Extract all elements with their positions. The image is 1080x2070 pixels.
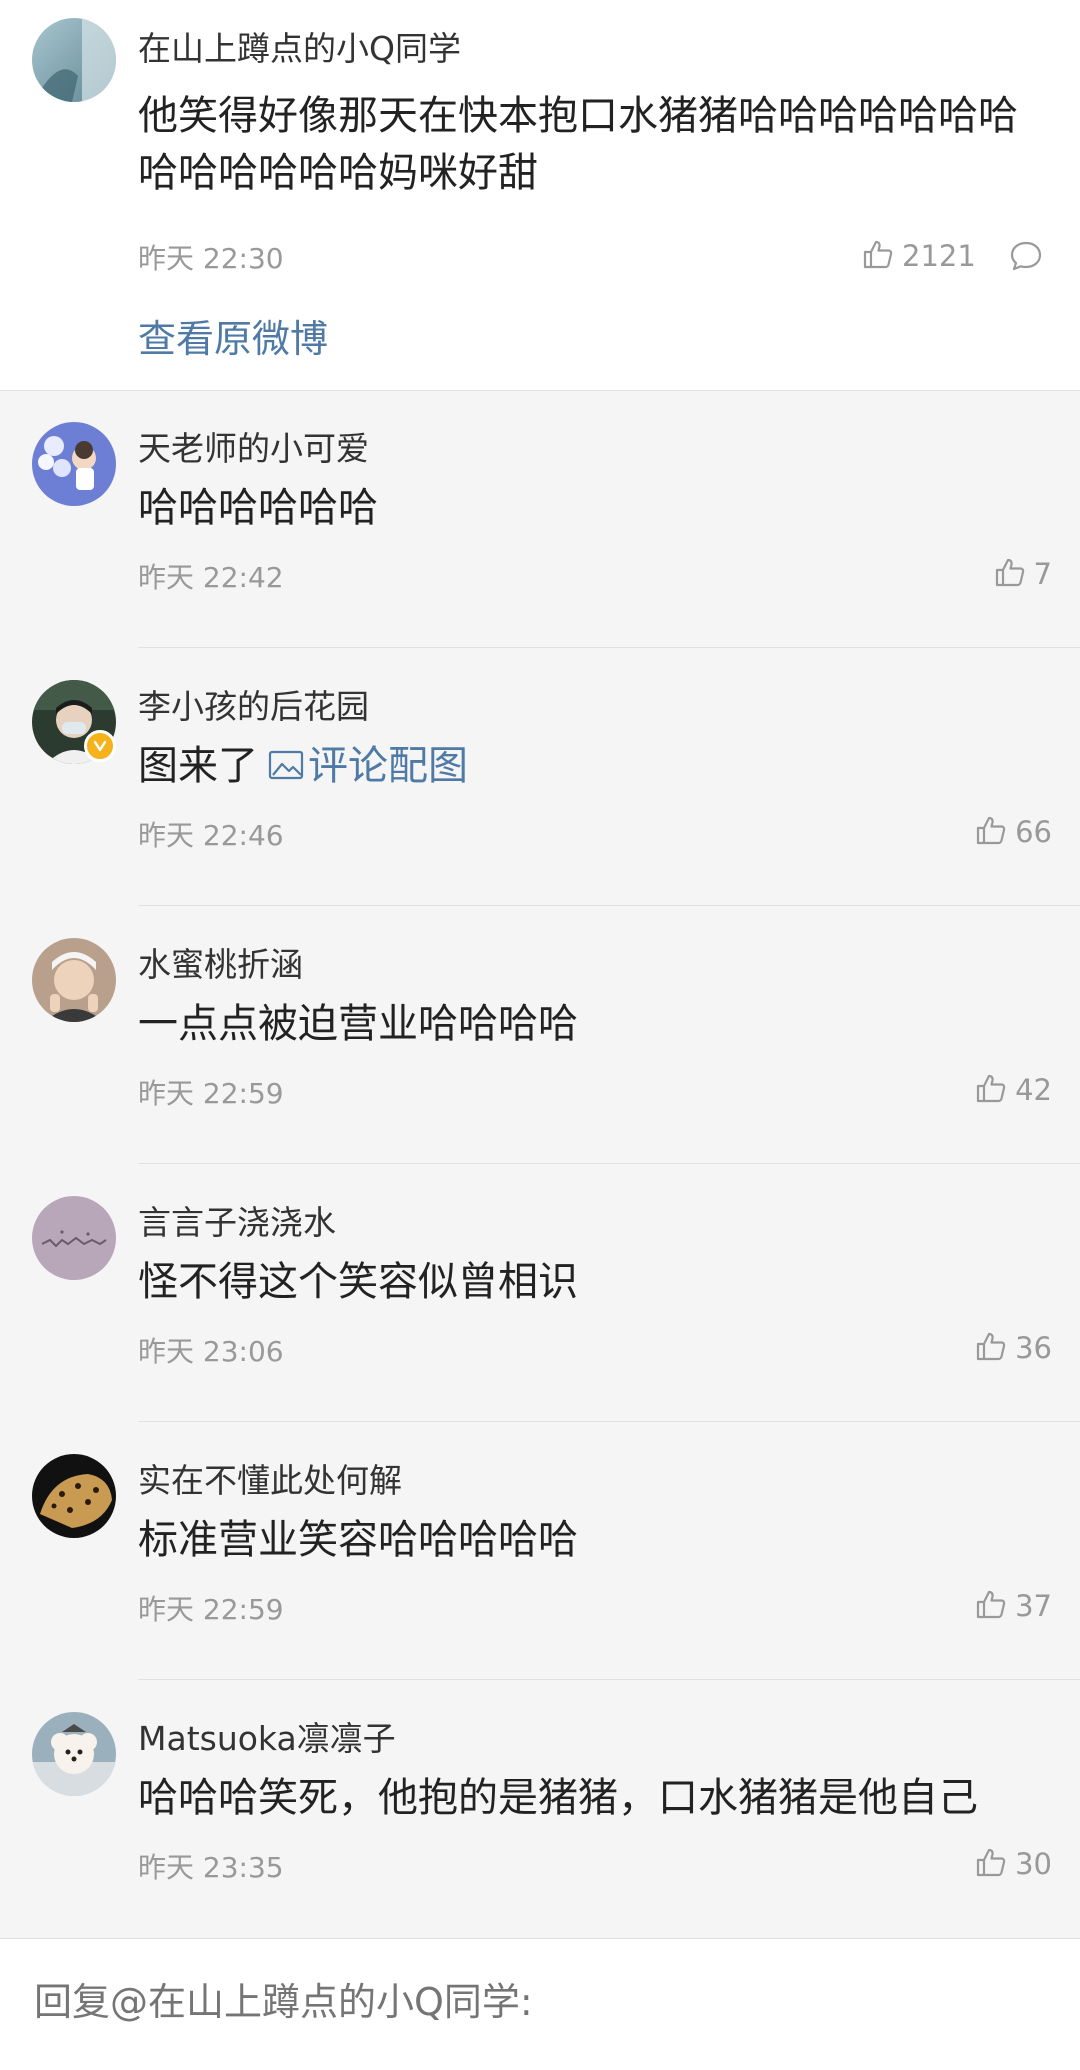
reply-bar: [0, 1938, 1080, 2070]
timestamp: 昨天 22:46: [138, 819, 284, 852]
root-comment: 在山上蹲点的小Q同学 他笑得好像那天在快本抱口水猪猪哈哈哈哈哈哈哈哈哈哈哈哈哈妈…: [0, 0, 1080, 391]
author-name[interactable]: 在山上蹲点的小Q同学: [138, 22, 461, 70]
comment-detail-page: 在山上蹲点的小Q同学 他笑得好像那天在快本抱口水猪猪哈哈哈哈哈哈哈哈哈哈哈哈哈妈…: [0, 0, 1080, 2070]
like-button[interactable]: 36: [975, 1328, 1052, 1368]
verified-badge: [84, 730, 116, 762]
reply-item: 天老师的小可爱 哈哈哈哈哈哈 昨天 22:42 7: [0, 390, 1080, 648]
like-icon: [862, 238, 894, 274]
author-name[interactable]: 水蜜桃折涵: [138, 938, 303, 986]
comment-text: 标准营业笑容哈哈哈哈哈: [138, 1517, 578, 1563]
like-icon: [975, 814, 1007, 850]
picture-icon: [268, 742, 304, 794]
comment-text: 他笑得好像那天在快本抱口水猪猪哈哈哈哈哈哈哈哈哈哈哈哈哈妈咪好甜: [138, 93, 1018, 196]
like-button[interactable]: 66: [975, 812, 1052, 852]
comment-text: 一点点被迫营业哈哈哈哈: [138, 1001, 578, 1047]
author-name[interactable]: 李小孩的后花园: [138, 680, 369, 728]
avatar[interactable]: [32, 422, 116, 506]
view-original-link[interactable]: 查看原微博: [138, 308, 328, 363]
reply-input[interactable]: [32, 1979, 1036, 2025]
comment-text: 图来了 评论配图: [138, 740, 1048, 794]
timestamp: 昨天 22:30: [138, 242, 284, 275]
comment-text: 怪不得这个笑容似曾相识: [138, 1259, 578, 1305]
like-icon: [975, 1588, 1007, 1624]
reply-item: 水蜜桃折涵 一点点被迫营业哈哈哈哈 昨天 22:59 42: [0, 906, 1080, 1164]
like-icon: [975, 1072, 1007, 1108]
like-button[interactable]: 2121: [862, 236, 976, 276]
reply-icon[interactable]: [1008, 238, 1044, 274]
avatar[interactable]: [32, 1712, 116, 1796]
like-button[interactable]: 42: [975, 1070, 1052, 1110]
author-name[interactable]: 实在不懂此处何解: [138, 1454, 402, 1502]
reply-item: 言言子浇浇水 怪不得这个笑容似曾相识 昨天 23:06 36: [0, 1164, 1080, 1422]
avatar[interactable]: [32, 938, 116, 1022]
comment-text: 哈哈哈哈哈哈: [138, 485, 378, 531]
timestamp: 昨天 22:59: [138, 1077, 284, 1110]
like-icon: [975, 1846, 1007, 1882]
author-name[interactable]: 言言子浇浇水: [138, 1196, 336, 1244]
like-count: 30: [1015, 1847, 1052, 1881]
like-count: 36: [1015, 1331, 1052, 1365]
timestamp: 昨天 23:06: [138, 1335, 284, 1368]
author-name[interactable]: 天老师的小可爱: [138, 422, 369, 470]
reply-item: 实在不懂此处何解 标准营业笑容哈哈哈哈哈 昨天 22:59 37: [0, 1422, 1080, 1680]
author-name[interactable]: Matsuoka凛凛子: [138, 1712, 396, 1760]
timestamp: 昨天 22:59: [138, 1593, 284, 1626]
comment-image-link[interactable]: 评论配图: [258, 743, 468, 789]
comment-image-link-label: 评论配图: [308, 743, 468, 789]
timestamp: 昨天 22:42: [138, 561, 284, 594]
like-icon: [994, 556, 1026, 592]
like-icon: [975, 1330, 1007, 1366]
like-button[interactable]: 30: [975, 1844, 1052, 1884]
avatar[interactable]: [32, 1196, 116, 1280]
comment-text-content: 图来了: [138, 743, 258, 789]
comment-text: 哈哈哈笑死，他抱的是猪猪，口水猪猪是他自己: [138, 1775, 978, 1821]
like-count: 2121: [902, 239, 976, 273]
like-count: 42: [1015, 1073, 1052, 1107]
like-count: 37: [1015, 1589, 1052, 1623]
timestamp: 昨天 23:35: [138, 1851, 284, 1884]
like-count: 7: [1033, 557, 1052, 591]
reply-item: 李小孩的后花园 图来了 评论配图 昨天 22:46 66: [0, 648, 1080, 906]
reply-item: Matsuoka凛凛子 哈哈哈笑死，他抱的是猪猪，口水猪猪是他自己 昨天 23:…: [0, 1680, 1080, 1938]
like-button[interactable]: 7: [994, 554, 1052, 594]
avatar[interactable]: [32, 1454, 116, 1538]
avatar[interactable]: [32, 18, 116, 102]
like-count: 66: [1015, 815, 1052, 849]
like-button[interactable]: 37: [975, 1586, 1052, 1626]
